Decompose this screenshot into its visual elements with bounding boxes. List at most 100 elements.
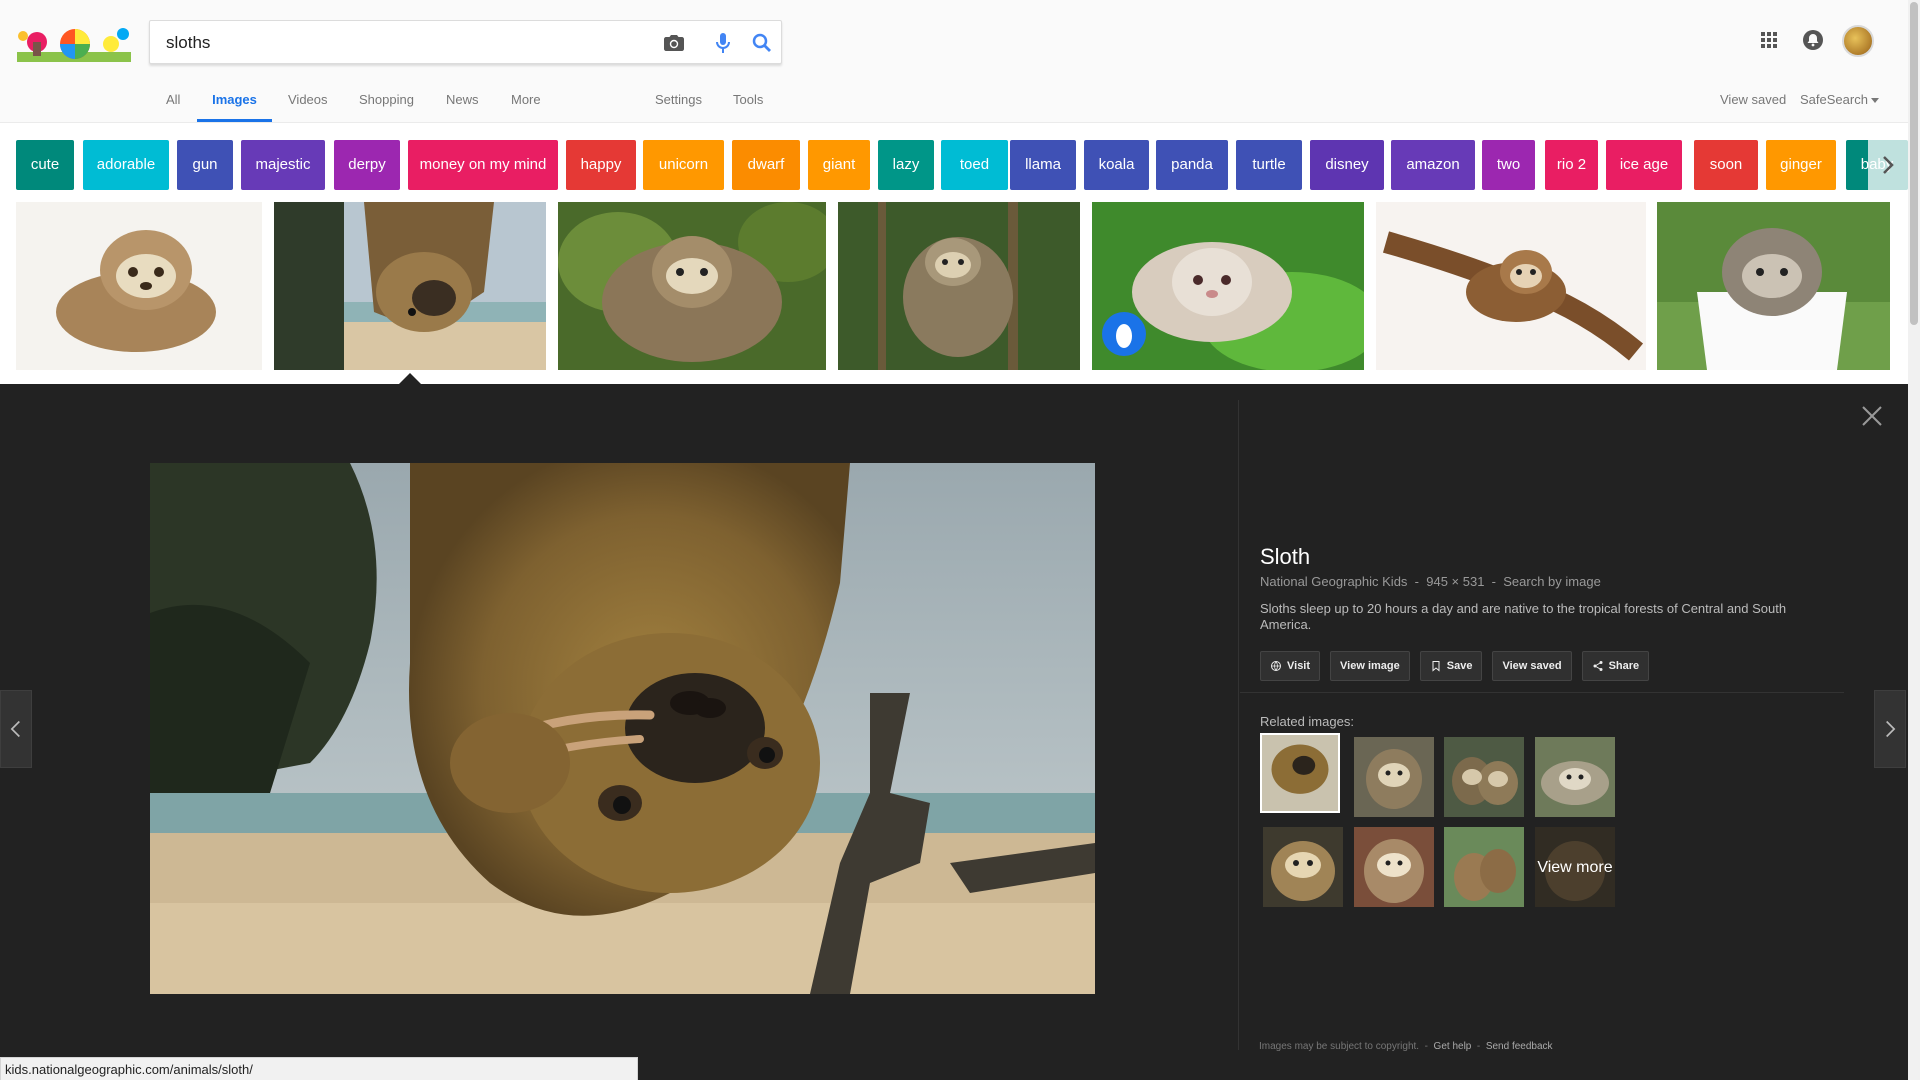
view-more-related[interactable]: View more — [1535, 827, 1615, 907]
safesearch-label: SafeSearch — [1800, 92, 1868, 107]
preview-footer: Images may be subject to copyright. - Ge… — [1259, 1041, 1553, 1052]
visit-label: Visit — [1287, 660, 1311, 672]
search-box[interactable] — [149, 20, 782, 64]
chip-lazy[interactable]: lazy — [878, 140, 934, 190]
camera-icon[interactable] — [662, 31, 686, 55]
share-button[interactable]: Share — [1581, 651, 1650, 681]
result-thumbnail[interactable] — [558, 202, 826, 370]
related-image[interactable] — [1444, 827, 1524, 907]
chevron-right-icon — [1883, 156, 1894, 174]
tab-videos[interactable]: Videos — [288, 90, 328, 122]
view-saved-link[interactable]: View saved — [1720, 90, 1786, 122]
chip-gun[interactable]: gun — [177, 140, 233, 190]
result-thumbnail-selected[interactable] — [274, 202, 546, 370]
chip-dwarf[interactable]: dwarf — [732, 140, 800, 190]
chip-two[interactable]: two — [1482, 140, 1535, 190]
tab-news[interactable]: News — [446, 90, 479, 122]
chip-turtle[interactable]: turtle — [1236, 140, 1302, 190]
image-dimensions: 945 × 531 — [1426, 574, 1485, 589]
chip-ginger[interactable]: ginger — [1766, 140, 1836, 190]
source-link[interactable]: National Geographic Kids — [1260, 574, 1407, 589]
preview-image[interactable] — [150, 463, 1095, 994]
tab-all[interactable]: All — [166, 90, 180, 122]
close-icon[interactable] — [1860, 404, 1884, 428]
chip-giant[interactable]: giant — [808, 140, 870, 190]
chip-unicorn[interactable]: unicorn — [643, 140, 724, 190]
section-divider — [1240, 692, 1844, 693]
previous-image-button[interactable] — [0, 690, 32, 768]
chip-adorable[interactable]: adorable — [83, 140, 169, 190]
safesearch-dropdown[interactable]: SafeSearch — [1800, 90, 1879, 122]
account-avatar[interactable] — [1842, 25, 1874, 57]
chip-cute[interactable]: cute — [16, 140, 74, 190]
result-thumbnail[interactable] — [1376, 202, 1646, 370]
related-image[interactable] — [1263, 827, 1343, 907]
related-image[interactable] — [1535, 737, 1615, 817]
image-meta: National Geographic Kids - 945 × 531 - S… — [1260, 574, 1860, 589]
page-scrollbar[interactable] — [1908, 0, 1920, 1080]
footer-separator: - — [1424, 1041, 1428, 1052]
result-thumbnail[interactable] — [838, 202, 1080, 370]
tab-tools[interactable]: Tools — [733, 90, 763, 122]
image-actions: Visit View image Save View saved Share — [1260, 651, 1860, 681]
search-by-image-link[interactable]: Search by image — [1503, 574, 1601, 589]
google-doodle-logo[interactable] — [13, 22, 135, 64]
chip-money-on-my-mind[interactable]: money on my mind — [408, 140, 558, 190]
tab-more[interactable]: More — [511, 90, 541, 122]
tab-images[interactable]: Images — [197, 90, 272, 122]
globe-icon — [1271, 661, 1281, 671]
view-image-button[interactable]: View image — [1330, 651, 1410, 681]
view-saved-button[interactable]: View saved — [1492, 651, 1572, 681]
result-thumbnail[interactable] — [1657, 202, 1890, 370]
tab-settings[interactable]: Settings — [655, 90, 702, 122]
chip-toed[interactable]: toed — [941, 140, 1008, 190]
image-info: Sloth National Geographic Kids - 945 × 5… — [1260, 544, 1860, 681]
view-image-label: View image — [1340, 660, 1400, 672]
meta-separator: - — [1414, 574, 1419, 589]
search-tabs: All Images Videos Shopping News More Set… — [0, 90, 1908, 122]
send-feedback-link[interactable]: Send feedback — [1486, 1041, 1553, 1052]
browser-status-url: kids.nationalgeographic.com/animals/slot… — [0, 1057, 638, 1080]
view-saved-label: View saved — [1502, 660, 1562, 672]
image-description: Sloths sleep up to 20 hours a day and ar… — [1260, 601, 1787, 632]
result-thumbnail[interactable] — [16, 202, 262, 370]
search-icon[interactable] — [750, 31, 774, 55]
related-image-selected[interactable] — [1260, 733, 1340, 813]
meta-separator: - — [1491, 574, 1497, 589]
related-image[interactable] — [1354, 827, 1434, 907]
chip-koala[interactable]: koala — [1084, 140, 1149, 190]
microphone-icon[interactable] — [711, 31, 735, 55]
tab-shopping[interactable]: Shopping — [359, 90, 414, 122]
next-image-button[interactable] — [1874, 690, 1906, 768]
search-input[interactable] — [166, 31, 636, 55]
result-thumbnail[interactable] — [1092, 202, 1364, 370]
related-image[interactable] — [1444, 737, 1524, 817]
chip-derpy[interactable]: derpy — [334, 140, 400, 190]
chips-next-button[interactable] — [1868, 140, 1908, 190]
related-search-chips: cute adorable gun majestic derpy money on my … — [0, 140, 1908, 190]
chip-llama[interactable]: llama — [1010, 140, 1076, 190]
chip-soon[interactable]: soon — [1694, 140, 1758, 190]
save-label: Save — [1446, 660, 1473, 672]
chip-rio-2[interactable]: rio 2 — [1545, 140, 1598, 190]
chip-panda[interactable]: panda — [1156, 140, 1228, 190]
chip-disney[interactable]: disney — [1310, 140, 1384, 190]
related-images-label: Related images: — [1260, 714, 1354, 729]
get-help-link[interactable]: Get help — [1434, 1041, 1472, 1052]
related-image[interactable] — [1354, 737, 1434, 817]
footer-separator: - — [1476, 1041, 1481, 1052]
caret-down-icon — [1870, 98, 1879, 104]
scrollbar-thumb[interactable] — [1910, 2, 1918, 325]
chevron-left-icon — [10, 720, 20, 738]
apps-grid-icon[interactable] — [1757, 28, 1781, 52]
chip-amazon[interactable]: amazon — [1391, 140, 1475, 190]
image-title: Sloth — [1260, 544, 1311, 569]
chip-ice-age[interactable]: ice age — [1606, 140, 1682, 190]
visit-button[interactable]: Visit — [1260, 651, 1321, 681]
chip-majestic[interactable]: majestic — [241, 140, 325, 190]
notifications-bell-icon[interactable] — [1801, 28, 1825, 52]
save-button[interactable]: Save — [1419, 651, 1483, 681]
bookmark-icon — [1432, 661, 1440, 672]
share-label: Share — [1608, 660, 1640, 672]
chip-happy[interactable]: happy — [566, 140, 636, 190]
